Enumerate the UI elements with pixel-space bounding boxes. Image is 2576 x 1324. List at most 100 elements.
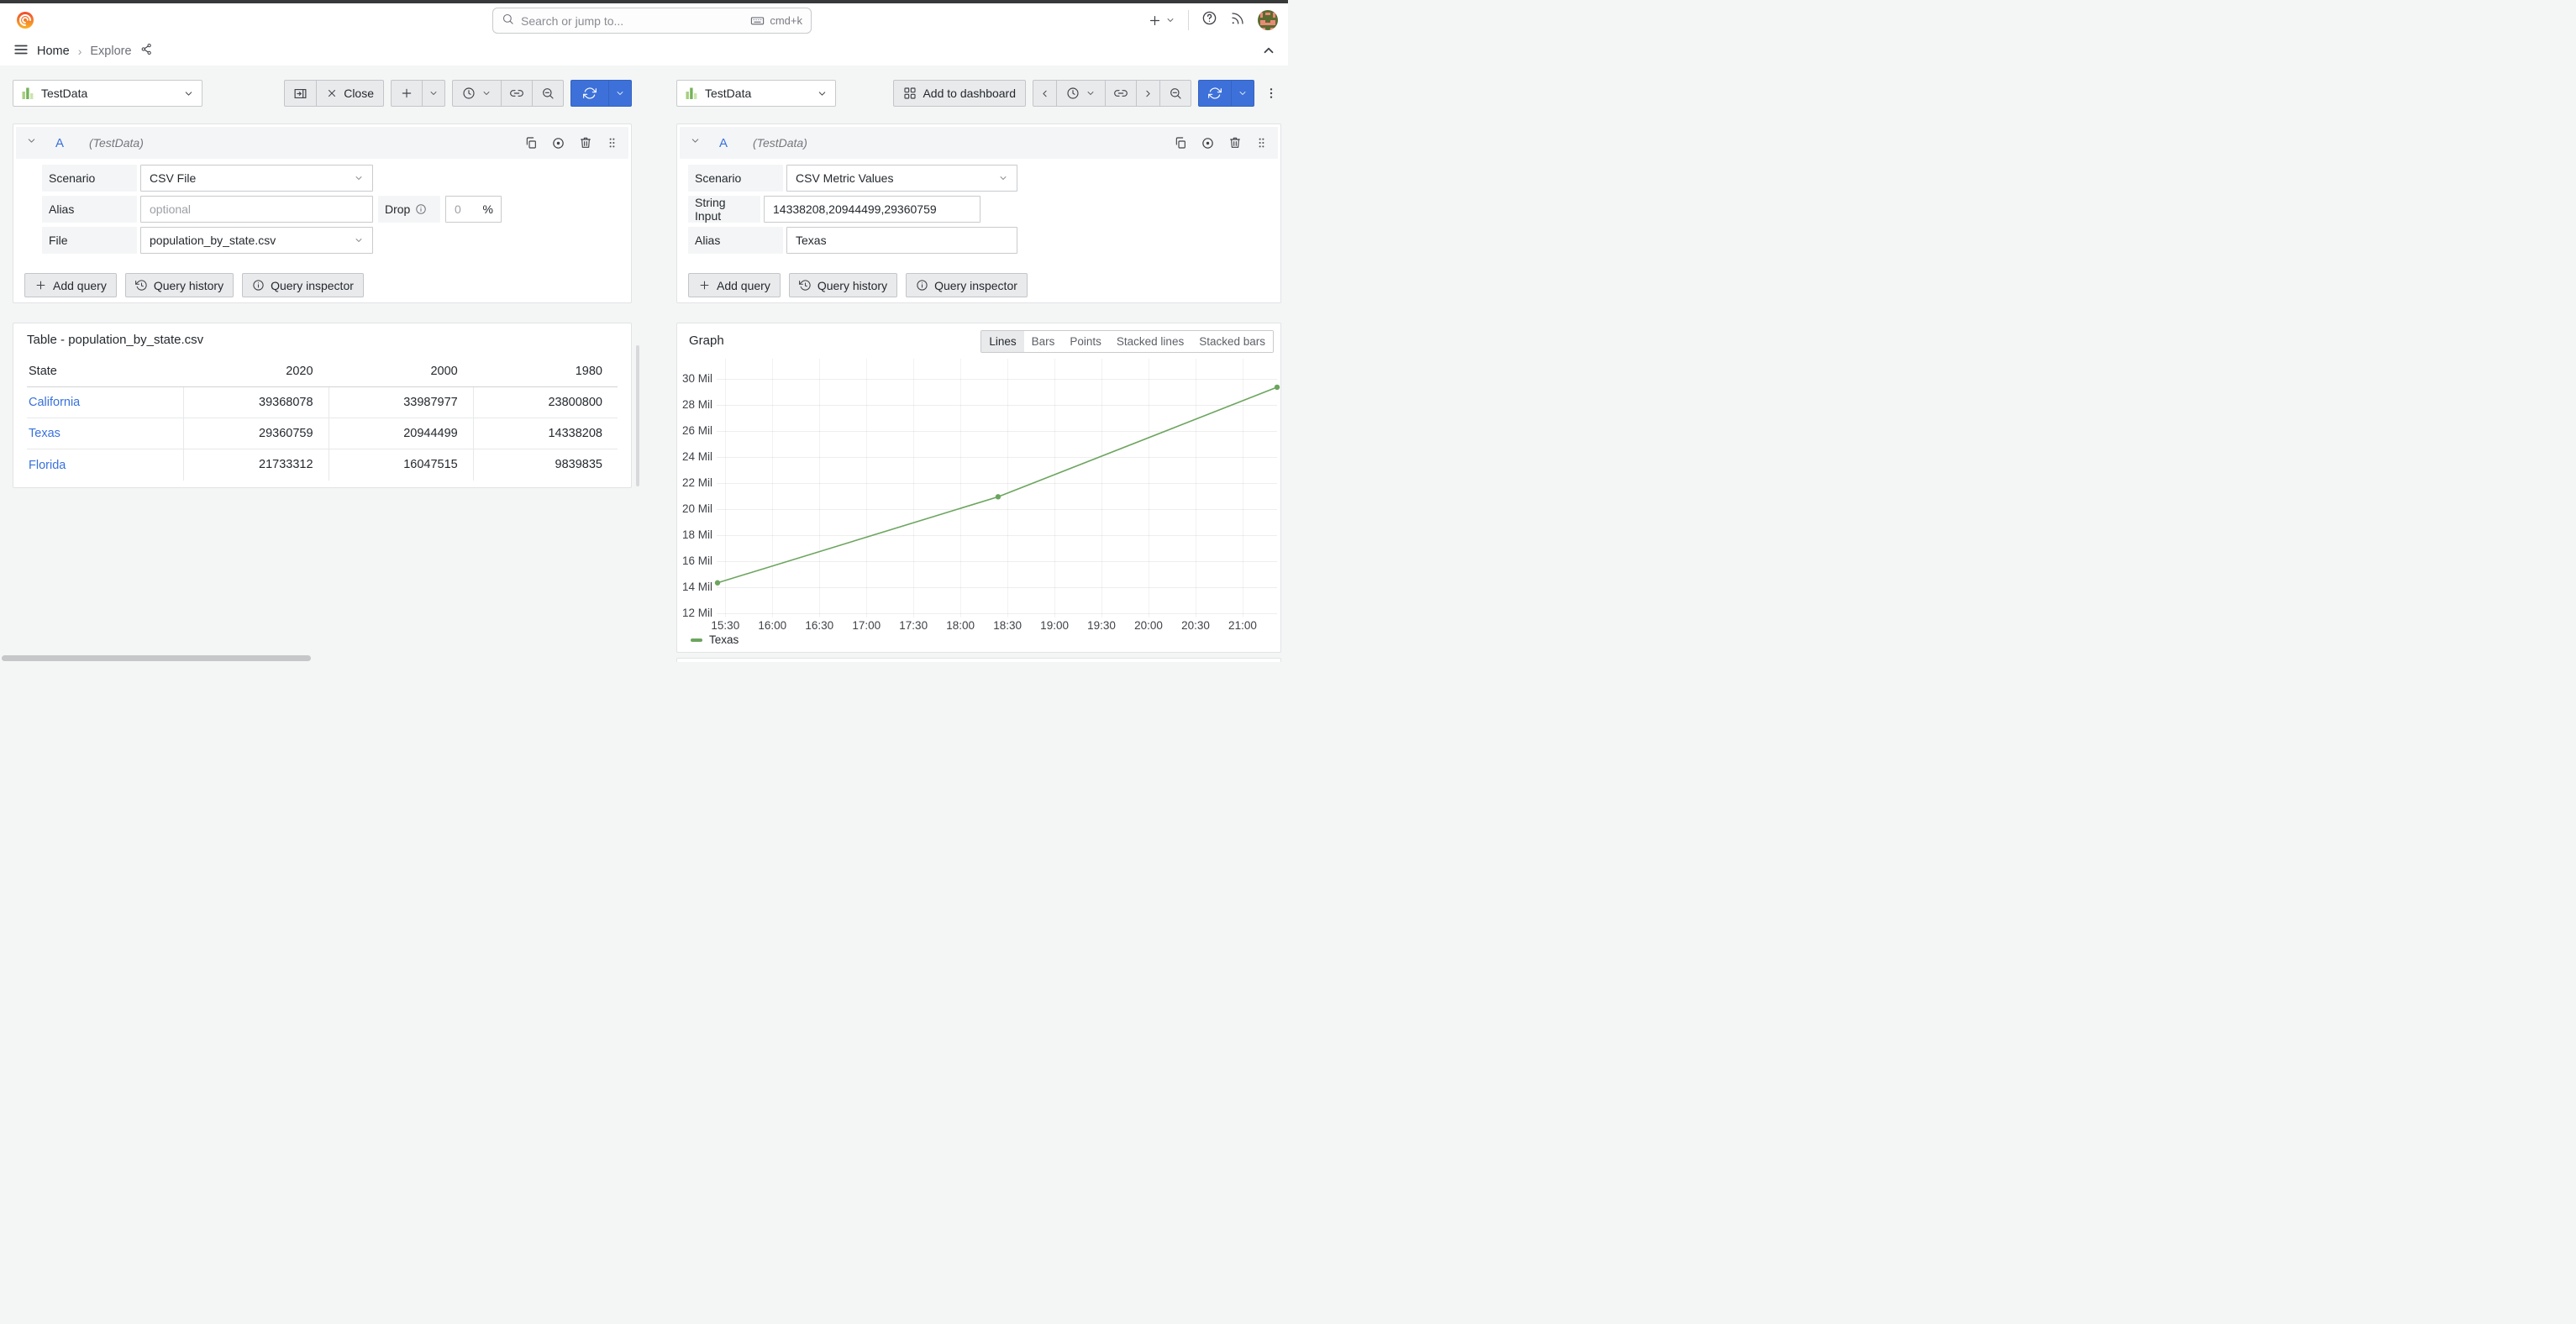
testdata-datasource-icon bbox=[21, 87, 34, 100]
share-button[interactable] bbox=[140, 43, 153, 60]
drag-handle-icon[interactable] bbox=[606, 136, 618, 150]
link-time-button[interactable] bbox=[501, 80, 533, 107]
alias-input[interactable] bbox=[140, 196, 373, 223]
left-datasource-name: TestData bbox=[41, 87, 176, 100]
left-datasource-picker[interactable]: TestData bbox=[13, 80, 202, 107]
left-query-header: A (TestData) bbox=[16, 127, 628, 159]
chevron-down-icon bbox=[817, 88, 828, 99]
query-history-button[interactable]: Query history bbox=[125, 273, 234, 297]
collapse-query-button[interactable] bbox=[26, 135, 37, 150]
history-icon bbox=[135, 279, 148, 292]
add-query-row-button[interactable] bbox=[391, 80, 423, 107]
user-avatar[interactable] bbox=[1258, 10, 1278, 30]
table-panel-title: Table - population_by_state.csv bbox=[27, 323, 618, 347]
duplicate-query-icon[interactable] bbox=[524, 136, 538, 150]
collapse-toolbar-button[interactable] bbox=[1261, 43, 1276, 62]
breadcrumb-home[interactable]: Home bbox=[37, 45, 70, 58]
table-row: California393680783398797723800800 bbox=[27, 387, 618, 418]
run-query-dropdown-button[interactable] bbox=[1231, 80, 1254, 107]
scenario-label: Scenario bbox=[42, 165, 137, 192]
toggle-visibility-icon[interactable] bbox=[1201, 136, 1215, 150]
state-link[interactable]: Florida bbox=[27, 459, 183, 472]
duplicate-query-icon[interactable] bbox=[1174, 136, 1187, 150]
scenario-select[interactable]: CSV File bbox=[140, 165, 373, 192]
alias-input[interactable] bbox=[786, 227, 1017, 254]
table-column-header[interactable]: 1980 bbox=[473, 365, 618, 378]
horizontal-scrollbar-thumb[interactable] bbox=[2, 655, 311, 661]
add-query-button[interactable]: Add query bbox=[688, 273, 781, 297]
delete-query-icon[interactable] bbox=[579, 136, 592, 150]
drop-percent-input[interactable] bbox=[446, 202, 478, 216]
zoom-out-time-button[interactable] bbox=[532, 80, 564, 107]
right-datasource-name: TestData bbox=[705, 87, 810, 100]
table-row: Texas293607592094449914338208 bbox=[27, 418, 618, 449]
refresh-icon bbox=[1208, 87, 1222, 100]
data-table: State202020001980 California393680783398… bbox=[27, 356, 618, 481]
chevron-down-icon bbox=[354, 173, 364, 183]
new-menu-button[interactable] bbox=[1148, 13, 1175, 28]
table-column-header[interactable]: 2020 bbox=[183, 365, 328, 378]
population-value: 20944499 bbox=[329, 418, 473, 449]
graph-plot: 30 Mil28 Mil26 Mil24 Mil22 Mil20 Mil18 M… bbox=[677, 323, 1280, 652]
time-picker-button[interactable] bbox=[452, 80, 502, 107]
breadcrumb-current: Explore bbox=[90, 45, 131, 58]
state-link[interactable]: California bbox=[27, 396, 183, 409]
right-query-actions: Add query Query history Query inspector bbox=[688, 273, 1270, 297]
add-dropdown-button[interactable] bbox=[422, 80, 445, 107]
delete-query-icon[interactable] bbox=[1228, 136, 1242, 150]
link-icon bbox=[510, 87, 523, 100]
legend-item-texas[interactable]: Texas bbox=[691, 633, 739, 646]
collapse-query-button[interactable] bbox=[690, 135, 701, 150]
info-icon[interactable] bbox=[415, 203, 427, 215]
population-value: 39368078 bbox=[183, 387, 328, 418]
query-history-button[interactable]: Query history bbox=[789, 273, 897, 297]
info-icon bbox=[252, 279, 265, 292]
toggle-visibility-icon[interactable] bbox=[551, 136, 565, 150]
query-ref-id: A bbox=[55, 136, 64, 150]
time-picker-button[interactable] bbox=[1056, 80, 1106, 107]
menu-toggle-button[interactable] bbox=[13, 42, 29, 61]
string-input-label: String Input bbox=[688, 196, 760, 223]
string-input-field[interactable] bbox=[764, 196, 980, 223]
pane-resize-handle[interactable] bbox=[636, 345, 639, 486]
pane-more-button[interactable] bbox=[1261, 80, 1281, 107]
zoom-out-time-button[interactable] bbox=[1159, 80, 1191, 107]
link-time-button[interactable] bbox=[1105, 80, 1137, 107]
plus-icon bbox=[1148, 13, 1162, 28]
add-to-dashboard-button[interactable]: Add to dashboard bbox=[893, 80, 1026, 107]
table-column-header[interactable]: State bbox=[27, 365, 183, 378]
file-select[interactable]: population_by_state.csv bbox=[140, 227, 373, 254]
grafana-logo[interactable] bbox=[15, 10, 35, 30]
history-icon bbox=[799, 279, 812, 292]
chevron-down-icon bbox=[428, 88, 439, 98]
run-query-button[interactable] bbox=[1198, 80, 1232, 107]
run-query-dropdown-button[interactable] bbox=[608, 80, 632, 107]
clock-icon bbox=[1066, 87, 1080, 100]
query-inspector-button[interactable]: Query inspector bbox=[906, 273, 1028, 297]
scenario-label: Scenario bbox=[688, 165, 783, 192]
right-datasource-picker[interactable]: TestData bbox=[676, 80, 836, 107]
table-row: Florida21733312160475159839835 bbox=[27, 449, 618, 481]
news-button[interactable] bbox=[1230, 11, 1245, 30]
search-icon bbox=[502, 13, 514, 29]
help-button[interactable] bbox=[1201, 10, 1217, 30]
state-link[interactable]: Texas bbox=[27, 427, 183, 440]
file-row: File population_by_state.csv bbox=[42, 227, 620, 254]
search-input[interactable]: Search or jump to... cmd+k bbox=[492, 8, 812, 34]
scenario-select[interactable]: CSV Metric Values bbox=[786, 165, 1017, 192]
close-split-button[interactable]: Close bbox=[316, 80, 384, 107]
add-query-button[interactable]: Add query bbox=[24, 273, 117, 297]
query-datasource-hint: (TestData) bbox=[753, 136, 807, 150]
data-point bbox=[715, 581, 720, 586]
run-query-button[interactable] bbox=[570, 80, 609, 107]
population-value: 14338208 bbox=[473, 418, 618, 449]
table-column-header[interactable]: 2000 bbox=[329, 365, 473, 378]
query-inspector-button[interactable]: Query inspector bbox=[242, 273, 364, 297]
next-panel-partial bbox=[676, 658, 1281, 662]
drag-handle-icon[interactable] bbox=[1255, 136, 1268, 150]
query-header-actions bbox=[1174, 136, 1268, 150]
shift-time-forward-button[interactable] bbox=[1136, 80, 1160, 107]
data-point bbox=[996, 494, 1001, 499]
widen-pane-button[interactable] bbox=[284, 80, 317, 107]
shift-time-back-button[interactable] bbox=[1033, 80, 1057, 107]
